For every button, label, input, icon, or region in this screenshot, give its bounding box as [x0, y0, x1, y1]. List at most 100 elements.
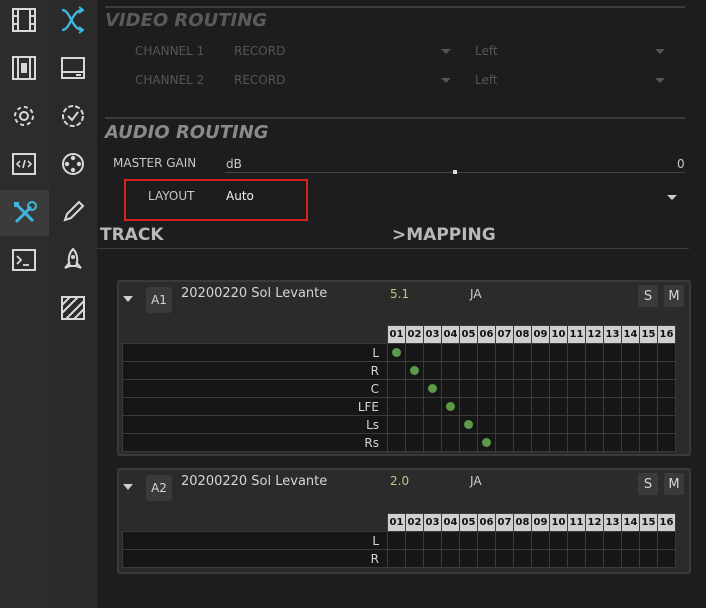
mapping-cell[interactable] — [657, 531, 676, 550]
mapping-cell[interactable] — [387, 549, 406, 568]
mapping-cell[interactable] — [387, 397, 406, 416]
mapping-cell[interactable] — [621, 433, 640, 452]
mapping-cell[interactable] — [585, 361, 604, 380]
mapping-cell[interactable] — [585, 531, 604, 550]
mapping-cell[interactable] — [405, 549, 424, 568]
mapping-cell[interactable] — [459, 397, 478, 416]
mapping-cell[interactable] — [423, 397, 442, 416]
mapping-cell[interactable] — [639, 549, 658, 568]
mapping-cell[interactable] — [585, 415, 604, 434]
mute-button[interactable]: M — [664, 473, 684, 495]
mapping-cell[interactable] — [441, 415, 460, 434]
mapping-cell[interactable] — [477, 361, 496, 380]
mapping-cell[interactable] — [495, 379, 514, 398]
mapping-cell[interactable] — [459, 433, 478, 452]
mapping-cell[interactable] — [585, 379, 604, 398]
mapping-cell[interactable] — [423, 433, 442, 452]
mapping-cell[interactable] — [603, 433, 622, 452]
mapping-cell[interactable] — [477, 397, 496, 416]
mapping-cell[interactable] — [621, 379, 640, 398]
mapping-cell[interactable] — [477, 549, 496, 568]
gear-icon[interactable] — [4, 96, 44, 136]
mapping-cell[interactable] — [495, 415, 514, 434]
mapping-cell[interactable] — [477, 415, 496, 434]
channel-2-side-dropdown-icon[interactable] — [655, 78, 665, 83]
mapping-cell[interactable] — [549, 531, 568, 550]
mapping-cell[interactable] — [387, 433, 406, 452]
mapping-cell[interactable] — [567, 361, 586, 380]
mapping-cell[interactable] — [531, 549, 550, 568]
mapping-cell[interactable] — [405, 531, 424, 550]
mapping-cell[interactable] — [441, 549, 460, 568]
mapping-cell[interactable] — [621, 361, 640, 380]
mapping-cell[interactable] — [639, 415, 658, 434]
mapping-cell[interactable] — [603, 379, 622, 398]
mapping-cell[interactable] — [495, 433, 514, 452]
terminal-icon[interactable] — [4, 240, 44, 280]
mapping-column-header[interactable]: >MAPPING — [392, 225, 496, 245]
channel-2-mode-dropdown-icon[interactable] — [441, 78, 451, 83]
mapping-cell[interactable] — [495, 361, 514, 380]
mapping-cell[interactable] — [549, 549, 568, 568]
mapping-cell[interactable] — [459, 361, 478, 380]
mapping-cell[interactable] — [531, 397, 550, 416]
mapping-cell[interactable] — [513, 549, 532, 568]
tools-icon[interactable] — [0, 190, 49, 236]
mapping-cell[interactable] — [459, 549, 478, 568]
mapping-cell[interactable] — [567, 379, 586, 398]
channel-1-side[interactable]: Left — [475, 44, 498, 58]
mapping-cell[interactable] — [585, 549, 604, 568]
mapping-cell[interactable] — [603, 343, 622, 362]
master-gain-slider-handle[interactable] — [453, 170, 457, 174]
mapping-cell[interactable] — [603, 361, 622, 380]
mapping-cell[interactable] — [567, 415, 586, 434]
mapping-cell[interactable] — [513, 415, 532, 434]
mapping-cell[interactable] — [639, 531, 658, 550]
mapping-cell[interactable] — [387, 415, 406, 434]
mapping-cell[interactable] — [513, 531, 532, 550]
mapping-cell[interactable] — [531, 433, 550, 452]
mapping-cell[interactable] — [621, 531, 640, 550]
mapping-cell[interactable] — [441, 531, 460, 550]
mapping-cell[interactable] — [657, 397, 676, 416]
mapping-cell[interactable] — [477, 343, 496, 362]
film-reel-icon[interactable] — [53, 144, 93, 184]
mapping-cell[interactable] — [567, 343, 586, 362]
channel-2-mode[interactable]: RECORD — [234, 73, 285, 87]
mapping-cell[interactable] — [405, 379, 424, 398]
mapping-cell[interactable] — [603, 531, 622, 550]
mapping-cell[interactable] — [603, 415, 622, 434]
mapping-cell[interactable] — [477, 531, 496, 550]
mapping-cell[interactable] — [423, 343, 442, 362]
mapping-cell[interactable] — [657, 549, 676, 568]
mapping-cell[interactable] — [549, 343, 568, 362]
mapping-cell[interactable] — [531, 379, 550, 398]
mapping-cell[interactable] — [639, 379, 658, 398]
mapping-cell[interactable] — [513, 433, 532, 452]
collapse-chevron-icon[interactable] — [123, 484, 133, 490]
mapping-cell[interactable] — [549, 415, 568, 434]
mapping-cell[interactable] — [477, 379, 496, 398]
hatch-icon[interactable] — [53, 288, 93, 328]
mapping-cell[interactable] — [657, 433, 676, 452]
mapping-cell[interactable] — [621, 343, 640, 362]
mapping-cell[interactable] — [513, 361, 532, 380]
mapping-cell[interactable] — [621, 415, 640, 434]
mapping-cell[interactable] — [567, 549, 586, 568]
mapping-cell[interactable] — [423, 361, 442, 380]
mapping-cell[interactable] — [405, 361, 424, 380]
mapping-cell[interactable] — [639, 343, 658, 362]
mapping-cell[interactable] — [423, 531, 442, 550]
tray-icon[interactable] — [53, 48, 93, 88]
collapse-chevron-icon[interactable] — [123, 296, 133, 302]
mapping-cell[interactable] — [567, 397, 586, 416]
mapping-cell[interactable] — [387, 379, 406, 398]
mapping-cell[interactable] — [459, 379, 478, 398]
mapping-cell[interactable] — [441, 343, 460, 362]
layout-select[interactable]: Auto — [226, 189, 254, 203]
mapping-cell[interactable] — [441, 397, 460, 416]
mapping-cell[interactable] — [423, 549, 442, 568]
mapping-cell[interactable] — [621, 549, 640, 568]
mapping-cell[interactable] — [657, 343, 676, 362]
mapping-cell[interactable] — [513, 397, 532, 416]
